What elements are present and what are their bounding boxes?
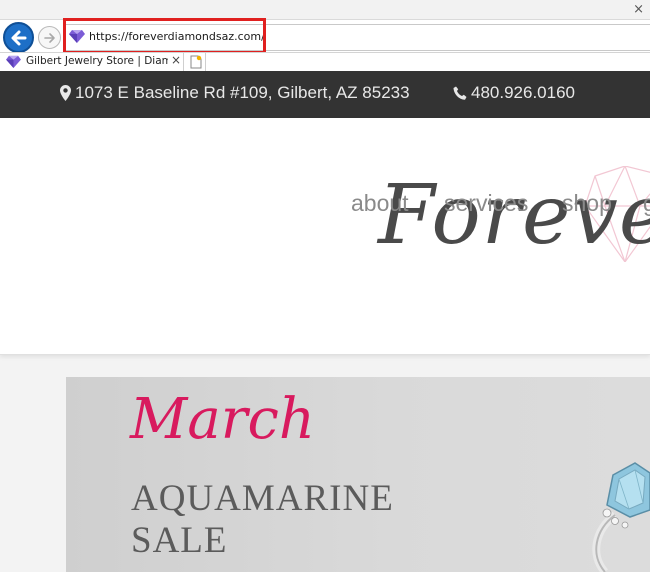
nav-item-truncated[interactable]: g <box>643 190 650 217</box>
tab-close-button[interactable]: × <box>171 53 181 67</box>
map-marker-icon <box>60 85 71 101</box>
window-title-strip: × <box>0 0 650 20</box>
store-phone-text: 480.926.0160 <box>471 83 575 102</box>
tab-favicon-gem-icon <box>6 55 21 68</box>
nav-shop[interactable]: shop <box>562 190 612 217</box>
tab-strip: Gilbert Jewelry Store | Diam... × <box>0 52 650 71</box>
new-tab-button[interactable] <box>186 53 206 71</box>
back-button[interactable] <box>3 22 34 53</box>
tab-title: Gilbert Jewelry Store | Diam... <box>26 55 168 67</box>
site-header: Forever <box>0 118 650 355</box>
forward-button[interactable] <box>38 26 61 49</box>
browser-chrome: × https://foreverdiamondsaz.com/ Gilbert… <box>0 0 650 71</box>
banner-headline-line1: AQUAMARINE <box>131 478 394 519</box>
banner-headline-line2: SALE <box>131 520 228 561</box>
url-highlight-box <box>63 18 266 54</box>
forward-arrow-icon <box>43 32 55 43</box>
browser-tab-active[interactable]: Gilbert Jewelry Store | Diam... × <box>2 53 184 71</box>
browser-window: × https://foreverdiamondsaz.com/ Gilbert… <box>0 0 650 572</box>
back-arrow-icon <box>11 30 26 45</box>
window-close-button[interactable]: × <box>633 2 644 17</box>
nav-services[interactable]: services <box>444 190 528 217</box>
aquamarine-ring-image <box>592 462 650 572</box>
store-address-text: 1073 E Baseline Rd #109, Gilbert, AZ 852… <box>75 83 410 102</box>
banner-month-title: March <box>130 387 315 452</box>
nav-about[interactable]: about <box>351 190 409 217</box>
store-address[interactable]: 1073 E Baseline Rd #109, Gilbert, AZ 852… <box>60 83 410 103</box>
contact-bar: 1073 E Baseline Rd #109, Gilbert, AZ 852… <box>0 71 650 118</box>
phone-icon <box>453 86 467 100</box>
new-tab-icon <box>190 55 201 69</box>
store-phone[interactable]: 480.926.0160 <box>453 83 575 103</box>
